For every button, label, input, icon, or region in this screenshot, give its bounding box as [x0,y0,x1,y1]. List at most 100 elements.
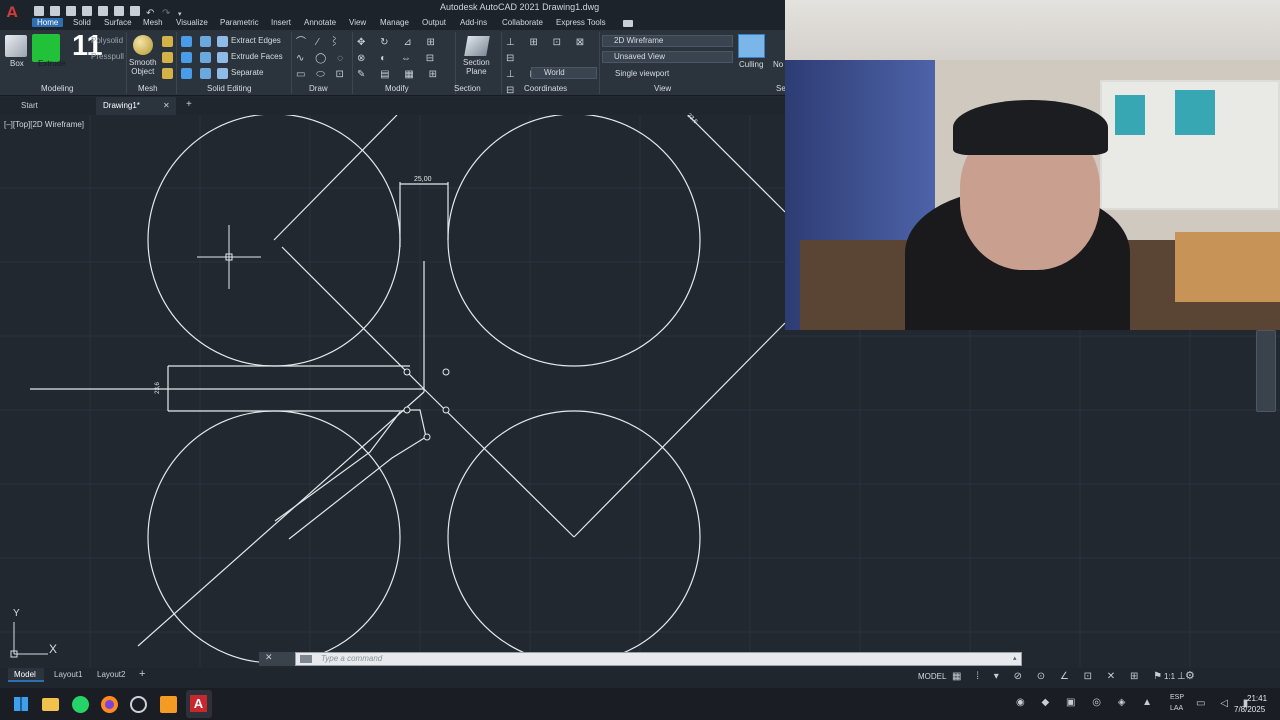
panel-draw[interactable]: Draw [309,84,328,93]
whatsapp-icon[interactable] [72,696,89,713]
tab-surface[interactable]: Surface [104,18,132,27]
ribbon-separator [176,32,177,94]
tab-solid[interactable]: Solid [73,18,91,27]
language-top[interactable]: ESP [1170,694,1184,701]
new-tab-icon[interactable]: + [186,99,192,110]
smooth-object-icon[interactable] [133,35,153,55]
annotation-scale[interactable]: 1:1 [1162,672,1178,681]
layout-tab-layout1[interactable]: Layout1 [54,670,82,679]
tab-home[interactable]: Home [32,18,64,27]
tab-addins[interactable]: Add-ins [460,18,487,27]
tab-insert[interactable]: Insert [271,18,291,27]
box-label: Box [10,59,24,68]
panel-section[interactable]: Section [454,84,481,93]
save-icon[interactable] [66,6,76,16]
tab-output[interactable]: Output [422,18,446,27]
viewport-label[interactable]: [–][Top][2D Wireframe] [4,120,84,129]
navigation-bar[interactable] [1256,330,1276,412]
tray-icons[interactable]: ◉ ◆ ▣ ◎ ◈ ▲ ♪ ◐ [1016,697,1166,711]
mesh-refine-icon[interactable] [162,68,173,79]
tab-view[interactable]: View [349,18,366,27]
command-line[interactable]: Type a command ▴ [295,652,1022,666]
panel-modify[interactable]: Modify [385,84,409,93]
mesh-cylinder-icon[interactable] [162,52,173,63]
culling-icon[interactable] [738,34,765,58]
extract-edges-icon[interactable] [217,36,228,47]
tab-start[interactable]: Start [21,101,38,110]
windows-start-icon[interactable] [14,697,28,711]
intersect-icon[interactable] [181,68,192,79]
separate-button[interactable]: Separate [231,68,263,77]
clock-time[interactable]: 21:41 [1247,694,1267,703]
dimension-top-text: 25,00 [414,176,432,183]
model-space-button[interactable]: MODEL [918,672,946,681]
tab-manage[interactable]: Manage [380,18,409,27]
tab-mesh[interactable]: Mesh [143,18,163,27]
clock-date[interactable]: 7/8/2025 [1234,705,1265,714]
tab-drawing1[interactable]: Drawing1* [103,101,140,110]
tab-visualize[interactable]: Visualize [176,18,208,27]
ribbon-separator [501,32,502,94]
layout-tab-model[interactable]: Model [14,670,36,679]
extrude-label: Extrude [38,59,66,68]
ribbon-tab-bar: Home Solid Surface Mesh Visualize Parame… [0,17,785,30]
extrude-faces-button[interactable]: Extrude Faces [231,52,283,61]
tab-collaborate[interactable]: Collaborate [502,18,543,27]
app-icon[interactable] [130,696,147,713]
box-button[interactable] [5,35,27,57]
slice-icon[interactable] [200,36,211,47]
webcam-table [1175,232,1280,302]
close-tab-icon[interactable]: ✕ [163,101,170,110]
tab-express-tools[interactable]: Express Tools [556,18,606,27]
fillet-edge-icon[interactable] [200,68,211,79]
open-icon[interactable] [50,6,60,16]
settings-gear-icon[interactable]: ⚙ [1185,669,1265,682]
command-history-icon[interactable]: ▴ [1013,654,1017,662]
new-icon[interactable] [34,6,44,16]
section-plane-icon[interactable] [464,36,490,56]
panel-modeling[interactable]: Modeling [41,84,73,93]
subtract-icon[interactable] [181,52,192,63]
taskbar: A ◉ ◆ ▣ ◎ ◈ ▲ ♪ ◐ ESP LAA ▭ ◁ ▮ 21:41 7/… [0,688,1280,720]
extrude-faces-icon[interactable] [217,52,228,63]
panel-view[interactable]: View [654,84,671,93]
command-input[interactable]: Type a command [321,654,382,663]
ribbon-minimize-icon[interactable] [623,20,633,27]
extract-edges-button[interactable]: Extract Edges [231,36,281,45]
firefox-icon[interactable] [101,696,118,713]
union-icon[interactable] [181,36,192,47]
line-diagonal-top [273,115,398,241]
quick-access-toolbar: ↶ ↷ ▾ [34,3,190,19]
interfere-icon[interactable] [200,52,211,63]
layout-tab-layout2[interactable]: Layout2 [97,670,125,679]
webcam-person-cap [953,100,1108,155]
circle-top-left [147,115,401,367]
close-command-icon[interactable]: ✕ [265,652,273,663]
status-bar: Model Layout1 Layout2 + MODEL ▦ ⁞ ▾ ⊘ ⊙ … [0,668,1280,688]
polysolid-button[interactable]: Polysolid [91,36,123,45]
panel-mesh[interactable]: Mesh [138,84,158,93]
ribbon-separator [291,32,292,94]
web-open-icon[interactable] [98,6,108,16]
print-icon[interactable] [130,6,140,16]
tab-annotate[interactable]: Annotate [304,18,336,27]
saveas-icon[interactable] [82,6,92,16]
circle-top-right [447,115,701,367]
file-explorer-icon[interactable] [42,698,59,711]
culling-label: Culling [739,60,764,69]
panel-solid-editing[interactable]: Solid Editing [207,84,251,93]
add-layout-icon[interactable]: + [139,668,145,680]
mesh-box-icon[interactable] [162,36,173,47]
panel-coordinates[interactable]: Coordinates [524,84,567,93]
language-bottom[interactable]: LAA [1170,705,1183,712]
presspull-button[interactable]: Presspull [91,52,124,61]
extrude-button[interactable] [32,34,60,62]
ribbon-separator [352,32,353,94]
web-save-icon[interactable] [114,6,124,16]
autocad-taskbar-icon[interactable]: A [190,695,207,712]
tab-parametric[interactable]: Parametric [220,18,259,27]
single-viewport-button[interactable]: Single viewport [615,69,669,78]
webcam-overlay [785,0,1280,330]
sublime-icon[interactable] [160,696,177,713]
separate-icon[interactable] [217,68,228,79]
